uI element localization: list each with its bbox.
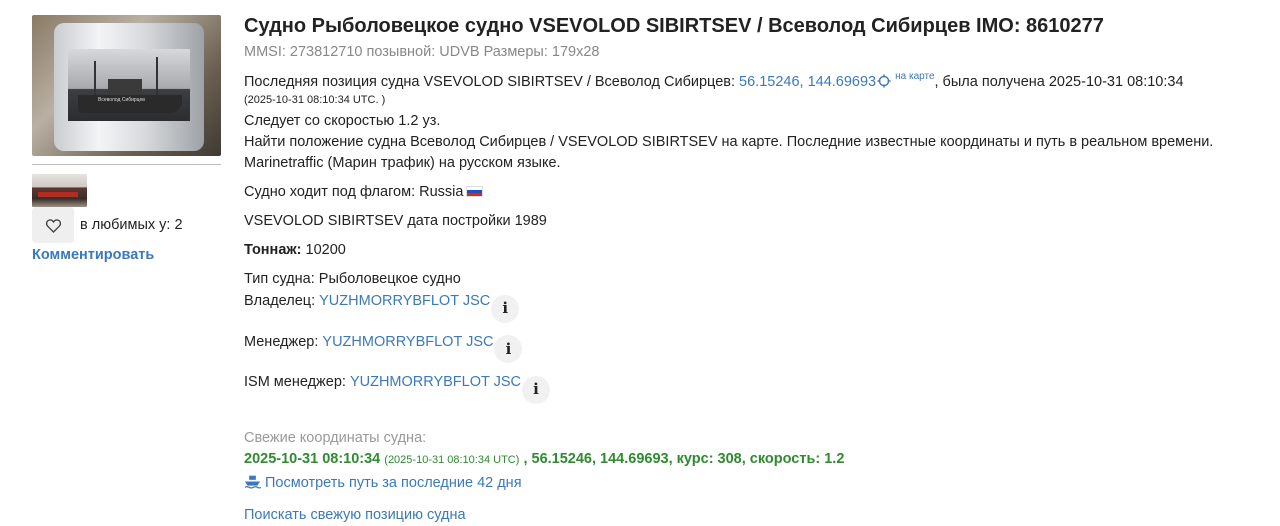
ism-manager-link[interactable]: YUZHMORRYBFLOT JSC [350, 374, 521, 390]
page-title: Судно Рыболовецкое судно VSEVOLOD SIBIRT… [244, 15, 1104, 37]
tonnage-value: 10200 [301, 242, 346, 258]
type-line: Тип судна: Рыболовецкое судно [244, 271, 461, 287]
photo-can-label: Всеволод Сибирцев [68, 49, 190, 121]
search-position-link[interactable]: Поискать свежую позицию судна [244, 507, 466, 523]
favorites-row: в любимых у: 2 [32, 207, 222, 243]
fresh-details: , 56.15246, 144.69693, курс: 308, скорос… [519, 450, 845, 467]
position-suffix: , была получена 2025-10-31 08:10:34 [934, 74, 1184, 90]
vessel-photo[interactable]: Всеволод Сибирцев [32, 15, 221, 156]
russia-flag-icon [466, 186, 484, 197]
favorites-count: в любимых у: 2 [80, 217, 183, 233]
track-row: Посмотреть путь за последние 42 дня [244, 473, 1254, 494]
position-prefix: Последняя позиция судна VSEVOLOD SIBIRTS… [244, 74, 740, 90]
vessel-thumbnail[interactable] [32, 174, 87, 207]
flag-line: Судно ходит под флагом: Russia [244, 182, 1254, 203]
photo-caption: Всеволод Сибирцев [98, 97, 145, 103]
description-line-1: Найти положение судна Всеволод Сибирцев … [244, 134, 1214, 150]
fresh-coords-heading: Свежие координаты судна: [244, 429, 427, 446]
fresh-time: 2025-10-31 08:10:34 [244, 450, 381, 467]
ism-manager-info-icon[interactable]: i [522, 375, 551, 404]
last-position-line: Последняя позиция судна VSEVOLOD SIBIRTS… [244, 66, 1254, 93]
track-link[interactable]: Посмотреть путь за последние 42 дня [265, 475, 522, 491]
divider [32, 164, 221, 165]
comment-link[interactable]: Комментировать [32, 247, 222, 263]
on-map-link[interactable]: на карте [895, 71, 934, 82]
owner-line: Владелец: YUZHMORRYBFLOT JSC i [244, 291, 1254, 323]
vessel-details: Судно Рыболовецкое судно VSEVOLOD SIBIRT… [244, 14, 1254, 526]
photo-can: Всеволод Сибирцев [54, 23, 204, 151]
flag-label: Судно ходит под флагом: Russia [244, 184, 464, 200]
speed-line: Следует со скоростью 1.2 уз. [244, 113, 441, 129]
position-utc-note: (2025-10-31 08:10:34 UTC. ) [244, 94, 386, 106]
ship-icon [244, 475, 262, 489]
crosshair-icon[interactable] [877, 74, 891, 88]
owner-link[interactable]: YUZHMORRYBFLOT JSC [319, 293, 490, 309]
manager-link[interactable]: YUZHMORRYBFLOT JSC [322, 334, 493, 350]
coords-link[interactable]: 56.15246, 144.69693 [739, 74, 876, 90]
ism-manager-label: ISM менеджер: [244, 374, 350, 390]
heart-icon [45, 218, 61, 233]
favorite-button[interactable] [32, 207, 74, 243]
tonnage-label: Тоннаж: [244, 242, 302, 258]
search-row: Поискать свежую позицию судна [244, 505, 1254, 526]
manager-line: Менеджер: YUZHMORRYBFLOT JSC i [244, 332, 1254, 363]
tonnage-line: Тоннаж: 10200 [244, 240, 1254, 261]
manager-label: Менеджер: [244, 333, 323, 350]
manager-info-icon[interactable]: i [494, 335, 523, 363]
build-line: VSEVOLOD SIBIRTSEV дата постройки 1989 [244, 213, 547, 229]
owner-info-icon[interactable]: i [491, 294, 520, 323]
description-line-2: Marinetraffic (Марин трафик) на русском … [244, 155, 561, 171]
fresh-utc: (2025-10-31 08:10:34 UTC) [384, 453, 520, 466]
ism-manager-line: ISM менеджер: YUZHMORRYBFLOT JSC i [244, 372, 1254, 404]
vessel-sub-info: MMSI: 273812710 позывной: UDVB Размеры: … [244, 44, 600, 60]
fresh-coords-line: 2025-10-31 08:10:34 (2025-10-31 08:10:34… [244, 449, 1254, 470]
owner-label: Владелец: [244, 293, 320, 309]
left-column: Всеволод Сибирцев в любимых у: 2 Коммент… [32, 15, 222, 263]
